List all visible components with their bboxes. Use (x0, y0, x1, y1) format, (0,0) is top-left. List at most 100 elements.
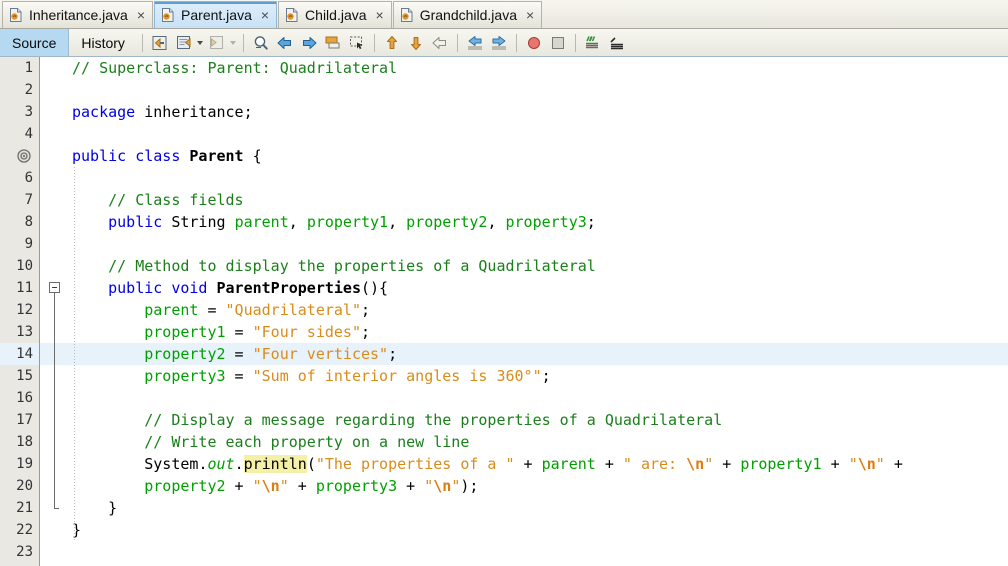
code-comment: // Method to display the properties of a… (108, 257, 596, 275)
code-text-area[interactable]: // Superclass: Parent: Quadrilateral pack… (68, 57, 1008, 566)
chevron-down-icon[interactable] (196, 32, 205, 54)
code-line[interactable]: public class Parent { (68, 145, 262, 167)
close-icon[interactable]: × (136, 8, 146, 22)
instance-field: property1 (306, 213, 389, 231)
java-keyword: public (108, 279, 163, 297)
last-edit-icon[interactable] (149, 32, 171, 54)
line-number: 1 (24, 60, 33, 76)
code-line[interactable] (68, 541, 72, 563)
document-tab-grandchild[interactable]: Grandchild.java × (392, 1, 543, 28)
line-number: 16 (16, 390, 33, 406)
line-number: 23 (16, 544, 33, 560)
code-line[interactable]: package inheritance; (68, 101, 253, 123)
next-error-icon[interactable] (405, 32, 427, 54)
code-comment: // Display a message regarding the prope… (144, 411, 723, 429)
code-line[interactable]: property2 + "\n" + property3 + "\n"); (68, 475, 478, 497)
code-comment: // Superclass: Parent: Quadrilateral (72, 59, 398, 77)
forward-edit-icon[interactable] (206, 32, 228, 54)
code-comment: // Class fields (108, 191, 244, 209)
document-tab-strip: Inheritance.java × Parent.java × Child.j… (0, 0, 1008, 29)
document-tab-label: Grandchild.java (419, 7, 517, 23)
uncomment-icon[interactable] (606, 32, 628, 54)
instance-field: property1 (144, 323, 226, 341)
toolbar-separator (456, 33, 458, 52)
string-literal: "\n" (848, 455, 885, 473)
code-line[interactable]: property2 = "Four vertices"; (68, 343, 397, 365)
document-tab-child[interactable]: Child.java × (278, 1, 392, 28)
code-fold-column[interactable] (40, 57, 68, 566)
stop-macro-recording-icon[interactable] (547, 32, 569, 54)
code-line[interactable] (68, 387, 72, 409)
type-name: Parent (189, 147, 244, 165)
close-icon[interactable]: × (375, 8, 385, 22)
line-number: 17 (16, 412, 33, 428)
find-selection-icon[interactable] (250, 32, 272, 54)
instance-field: property3 (505, 213, 587, 231)
code-line[interactable]: property1 = "Four sides"; (68, 321, 370, 343)
instance-field: parent (144, 301, 199, 319)
document-tab-parent[interactable]: Parent.java × (154, 1, 278, 28)
code-line[interactable]: // Superclass: Parent: Quadrilateral (68, 57, 397, 79)
code-line[interactable] (68, 123, 72, 145)
code-line[interactable]: // Method to display the properties of a… (68, 255, 596, 277)
java-keyword: public (108, 213, 163, 231)
code-token: inheritance (144, 103, 244, 121)
string-literal: "Quadrilateral" (225, 301, 361, 319)
code-line[interactable]: public void ParentProperties(){ (68, 277, 388, 299)
string-literal: "Four sides" (252, 323, 361, 341)
close-icon[interactable]: × (260, 8, 270, 22)
tab-source[interactable]: Source (0, 29, 70, 56)
code-line[interactable]: // Class fields (68, 189, 244, 211)
editor-toolbar: Source History (0, 29, 1008, 57)
code-line[interactable]: public String parent, property1, propert… (68, 211, 596, 233)
line-number: 18 (16, 434, 33, 450)
java-file-icon (284, 7, 300, 23)
back-edit-icon[interactable] (173, 32, 195, 54)
code-line[interactable]: // Write each property on a new line (68, 431, 469, 453)
code-comment: // Write each property on a new line (144, 433, 470, 451)
start-macro-recording-icon[interactable] (523, 32, 545, 54)
comment-icon[interactable] (582, 32, 604, 54)
line-number: 4 (24, 126, 33, 142)
code-line[interactable] (68, 79, 72, 101)
toggle-highlight-icon[interactable] (429, 32, 451, 54)
shift-line-right-icon[interactable] (488, 32, 510, 54)
rectangular-selection-icon[interactable] (346, 32, 368, 54)
code-line[interactable]: parent = "Quadrilateral"; (68, 299, 370, 321)
code-fold-toggle[interactable] (49, 282, 60, 293)
code-token: String (171, 213, 226, 231)
line-number: 15 (16, 368, 33, 384)
type-name: ParentProperties (216, 279, 362, 297)
code-token: System (144, 455, 199, 473)
line-number: 21 (16, 500, 33, 516)
code-line[interactable]: System.out.println("The properties of a … (68, 453, 903, 475)
previous-bookmark-icon[interactable] (274, 32, 296, 54)
next-bookmark-icon[interactable] (298, 32, 320, 54)
instance-field: parent (234, 213, 289, 231)
line-number: 7 (24, 192, 33, 208)
document-tab-label: Child.java (305, 7, 367, 23)
toggle-bookmark-icon[interactable] (322, 32, 344, 54)
static-field: out (207, 455, 235, 473)
close-icon[interactable]: × (525, 8, 535, 22)
line-number-gutter[interactable]: 1 2 3 4 6 7 8 9 10 11 12 13 14 15 16 17 18 19 20 21 22 23 (0, 57, 40, 566)
tab-history[interactable]: History (69, 29, 137, 56)
code-line[interactable]: property3 = "Sum of interior angles is 3… (68, 365, 550, 387)
escape-sequence: \n (686, 455, 705, 473)
occurrence-highlight: println (243, 455, 307, 473)
previous-error-icon[interactable] (381, 32, 403, 54)
code-line[interactable]: } (68, 497, 117, 519)
escape-sequence: \n (433, 477, 452, 495)
shift-line-left-icon[interactable] (464, 32, 486, 54)
code-line[interactable] (68, 233, 72, 255)
line-number: 10 (16, 258, 33, 274)
code-line[interactable]: // Display a message regarding the prope… (68, 409, 722, 431)
line-number: 22 (16, 522, 33, 538)
toolbar-separator (242, 33, 244, 52)
document-tab-inheritance[interactable]: Inheritance.java × (2, 1, 154, 28)
code-editor[interactable]: 1 2 3 4 6 7 8 9 10 11 12 13 14 15 16 17 18 19 20 21 22 23 // … (0, 57, 1008, 566)
code-line[interactable] (68, 167, 72, 189)
java-keyword: public (72, 147, 127, 165)
java-keyword: class (135, 147, 181, 165)
is-overridden-icon[interactable] (17, 149, 31, 163)
